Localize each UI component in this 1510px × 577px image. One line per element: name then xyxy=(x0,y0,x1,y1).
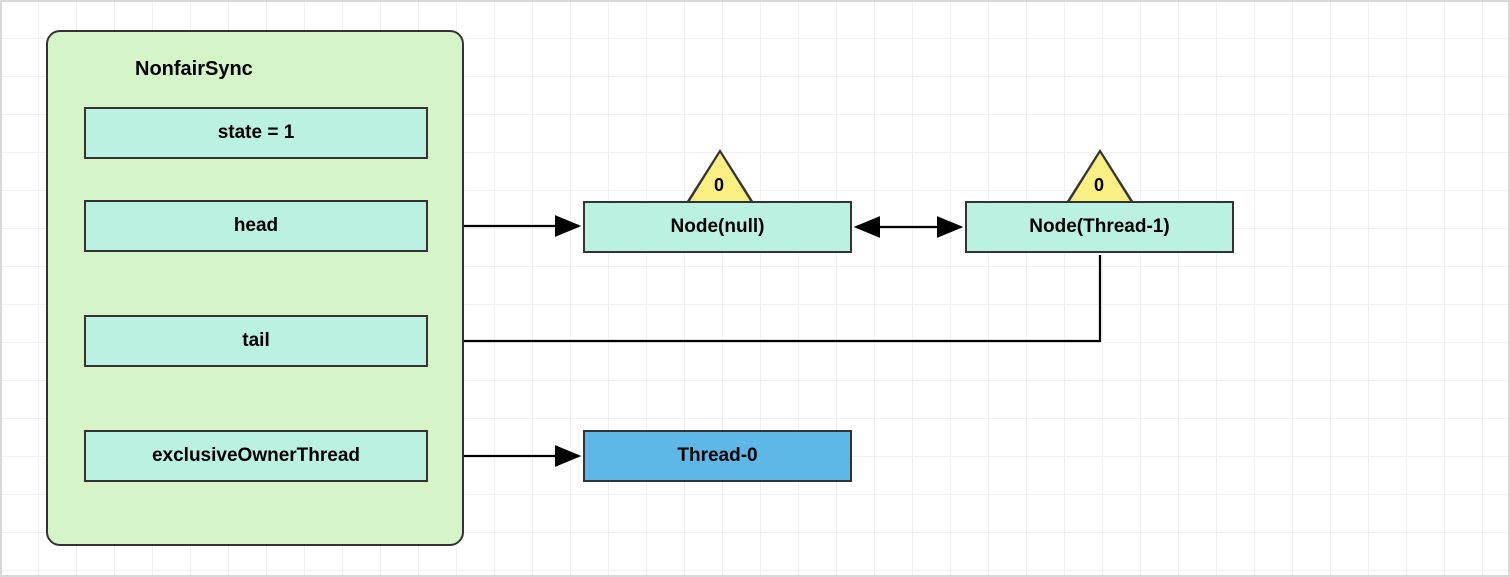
tail-label: tail xyxy=(242,330,269,352)
owner-field: exclusiveOwnerThread xyxy=(84,430,428,482)
node-thread1-label: Node(Thread-1) xyxy=(1029,216,1169,238)
node-thread1: Node(Thread-1) xyxy=(965,201,1234,253)
owner-label: exclusiveOwnerThread xyxy=(152,445,360,467)
state-label: state = 1 xyxy=(218,122,295,144)
node-null-badge-text: 0 xyxy=(714,175,724,196)
node-null-label: Node(null) xyxy=(671,216,765,238)
thread0-box: Thread-0 xyxy=(583,430,852,482)
container-title: NonfairSync xyxy=(135,58,253,81)
node-thread1-badge-text: 0 xyxy=(1094,175,1104,196)
tail-field: tail xyxy=(84,315,428,367)
state-field: state = 1 xyxy=(84,107,428,159)
head-field: head xyxy=(84,200,428,252)
head-label: head xyxy=(234,215,278,237)
thread0-label: Thread-0 xyxy=(677,445,757,467)
node-null: Node(null) xyxy=(583,201,852,253)
